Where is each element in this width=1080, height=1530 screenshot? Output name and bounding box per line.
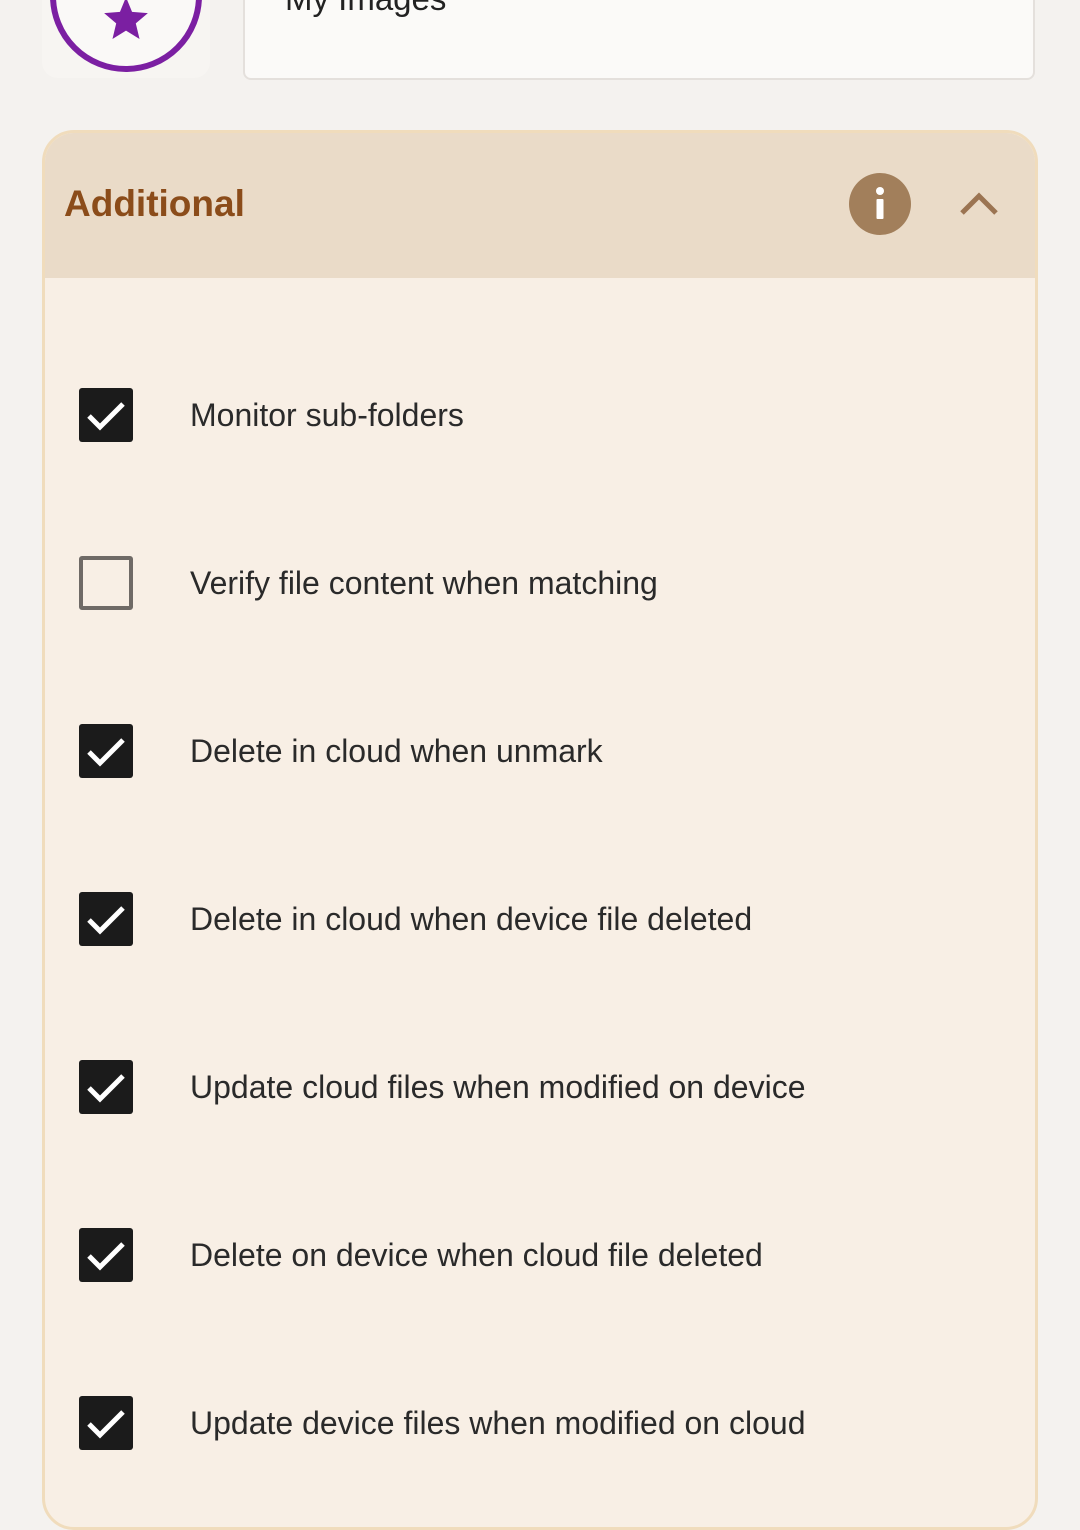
checkmark-icon [87,1074,125,1103]
collapse-button[interactable] [949,179,1009,229]
additional-section: Additional Monitor sub-folders Verify fil… [42,130,1038,1530]
star-icon [104,0,148,40]
option-row[interactable]: Delete in cloud when device file deleted [45,784,1035,952]
option-label: Monitor sub-folders [190,397,464,433]
option-label: Delete in cloud when unmark [190,733,603,769]
option-row[interactable]: Monitor sub-folders [45,280,1035,448]
section-title: Additional [64,183,245,224]
option-label: Delete in cloud when device file deleted [190,901,753,937]
checkmark-icon [87,1410,125,1439]
info-button[interactable] [849,173,911,235]
checkmark-icon [87,1242,125,1271]
checkbox-checked[interactable] [79,388,133,442]
option-row[interactable]: Update device files when modified on clo… [45,1288,1035,1456]
checkbox-checked[interactable] [79,892,133,946]
option-label: Delete on device when cloud file deleted [190,1237,763,1273]
option-row[interactable]: Delete on device when cloud file deleted [45,1120,1035,1288]
option-row[interactable]: Update cloud files when modified on devi… [45,952,1035,1120]
info-icon [876,187,884,219]
additional-section-header[interactable]: Additional [45,133,1035,278]
option-label: Update cloud files when modified on devi… [190,1069,806,1105]
checkbox-checked[interactable] [79,1060,133,1114]
folder-name-field[interactable]: My Images [243,0,1035,80]
folder-name-value: My Images [285,0,446,15]
checkmark-icon [87,906,125,935]
checkbox-checked[interactable] [79,724,133,778]
option-row[interactable]: Delete in cloud when unmark [45,616,1035,784]
checkmark-icon [87,738,125,767]
option-label: Verify file content when matching [190,565,658,601]
checkbox-checked[interactable] [79,1228,133,1282]
checkbox-unchecked[interactable] [79,556,133,610]
chevron-up-icon [960,192,998,215]
option-row[interactable]: Verify file content when matching [45,448,1035,616]
option-label: Update device files when modified on clo… [190,1405,806,1441]
checkbox-checked[interactable] [79,1396,133,1450]
checkmark-icon [87,402,125,431]
